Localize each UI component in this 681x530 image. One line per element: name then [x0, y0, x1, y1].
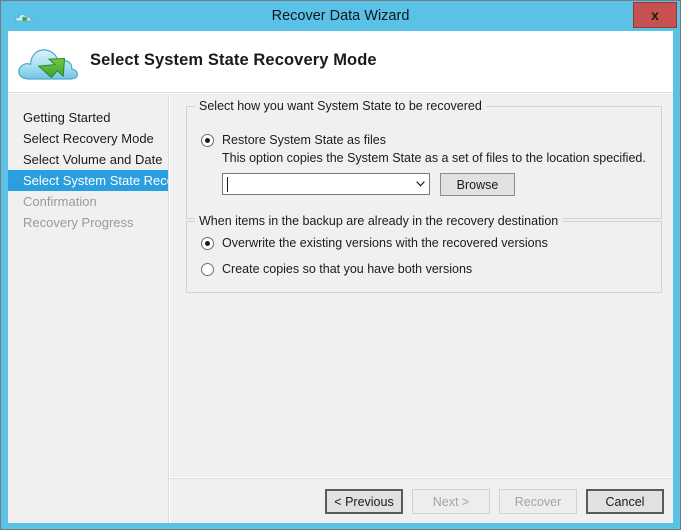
cancel-button-label: Cancel	[605, 494, 645, 509]
client-area: Select System State Recovery Mode Gettin…	[8, 31, 673, 523]
title-bar: Recover Data Wizard x	[1, 1, 680, 31]
recovery-location-combobox[interactable]	[222, 173, 430, 195]
browse-button-label: Browse	[456, 177, 499, 192]
main-content-panel: Select how you want System State to be r…	[170, 94, 673, 477]
sidebar-item-label: Select Recovery Mode	[23, 131, 154, 146]
recover-data-wizard-window: Recover Data Wizard x Select System Stat…	[0, 0, 681, 530]
wizard-header: Select System State Recovery Mode	[8, 31, 673, 93]
wizard-steps-sidebar: Getting Started Select Recovery Mode Sel…	[8, 94, 169, 523]
create-copies-radio[interactable]	[201, 263, 214, 276]
wizard-footer: < Previous Next > Recover Cancel	[170, 478, 673, 523]
conflict-handling-groupbox: When items in the backup are already in …	[186, 214, 662, 293]
recovery-mode-groupbox: Select how you want System State to be r…	[186, 99, 662, 219]
overwrite-versions-radio[interactable]	[201, 237, 214, 250]
footer-sidebar-fill	[8, 478, 169, 523]
previous-button[interactable]: < Previous	[325, 489, 403, 514]
create-copies-label: Create copies so that you have both vers…	[222, 262, 473, 276]
page-title: Select System State Recovery Mode	[90, 51, 377, 69]
chevron-down-icon[interactable]	[412, 174, 429, 194]
previous-button-label: < Previous	[334, 494, 394, 509]
close-button[interactable]: x	[633, 2, 677, 28]
sidebar-item-select-recovery-mode[interactable]: Select Recovery Mode	[8, 128, 168, 149]
create-copies-radio-row[interactable]: Create copies so that you have both vers…	[201, 262, 472, 277]
close-icon: x	[651, 7, 659, 23]
sidebar-item-label: Select Volume and Date	[23, 152, 163, 167]
recover-button-label: Recover	[514, 494, 562, 509]
sidebar-item-label: Confirmation	[23, 194, 97, 209]
restore-as-files-label: Restore System State as files	[222, 133, 386, 147]
conflict-handling-legend: When items in the backup are already in …	[195, 214, 563, 228]
cancel-button[interactable]: Cancel	[586, 489, 664, 514]
sidebar-item-label: Recovery Progress	[23, 215, 134, 230]
sidebar-item-label: Getting Started	[23, 110, 111, 125]
sidebar-item-recovery-progress: Recovery Progress	[8, 212, 168, 233]
overwrite-versions-radio-row[interactable]: Overwrite the existing versions with the…	[201, 236, 548, 251]
restore-as-files-radio[interactable]	[201, 134, 214, 147]
next-button: Next >	[412, 489, 490, 514]
restore-as-files-helper-text: This option copies the System State as a…	[222, 151, 646, 165]
recover-button: Recover	[499, 489, 577, 514]
sidebar-item-label: Select System State Reco...	[23, 173, 168, 188]
browse-button[interactable]: Browse	[440, 173, 515, 196]
text-caret	[227, 177, 228, 192]
window-title: Recover Data Wizard	[271, 8, 410, 24]
footer-button-group: < Previous Next > Recover Cancel	[325, 489, 664, 514]
overwrite-versions-label: Overwrite the existing versions with the…	[222, 236, 548, 250]
sidebar-item-select-volume-and-date[interactable]: Select Volume and Date	[8, 149, 168, 170]
restore-as-files-radio-row[interactable]: Restore System State as files	[201, 133, 386, 148]
sidebar-item-select-system-state-recovery[interactable]: Select System State Reco...	[8, 170, 168, 191]
recovery-mode-legend: Select how you want System State to be r…	[195, 99, 486, 113]
cloud-recovery-icon	[16, 39, 82, 85]
next-button-label: Next >	[432, 494, 470, 509]
sidebar-item-confirmation: Confirmation	[8, 191, 168, 212]
sidebar-item-getting-started[interactable]: Getting Started	[8, 107, 168, 128]
